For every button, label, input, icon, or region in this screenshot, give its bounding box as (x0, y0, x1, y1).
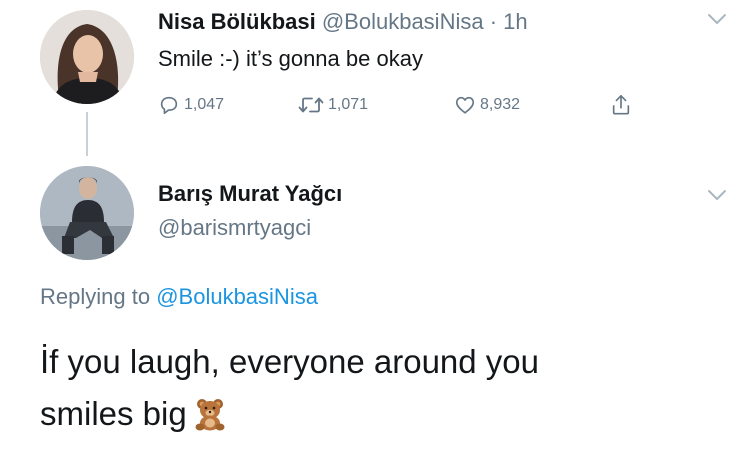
share-icon (612, 95, 630, 115)
reply-text-line: smiles big (40, 395, 187, 432)
like-button[interactable]: 8,932 (454, 92, 520, 118)
teddy-bear-icon (195, 399, 225, 431)
tweet-thread: Nisa Bölükbasi @BolukbasiNisa · 1h Smile… (0, 0, 750, 449)
like-count: 8,932 (480, 96, 521, 113)
reply-text-line-2: smiles big (40, 388, 680, 440)
thread-connector (86, 112, 88, 156)
reply-count: 1,047 (184, 96, 225, 113)
tweet-header: Nisa Bölükbasi @BolukbasiNisa · 1h (158, 8, 528, 36)
avatar[interactable] (40, 166, 134, 260)
share-button[interactable] (610, 92, 632, 118)
separator: · (489, 9, 498, 34)
author-handle[interactable]: @BolukbasiNisa (322, 9, 484, 34)
replying-prefix: Replying to (40, 284, 151, 309)
mention-link[interactable]: @BolukbasiNisa (156, 284, 318, 309)
reply-text: İf you laugh, everyone around you smiles… (40, 336, 680, 440)
author-name[interactable]: Barış Murat Yağcı (158, 180, 342, 208)
reply-icon (160, 96, 178, 115)
reply-text-line: İf you laugh, everyone around you (40, 343, 540, 380)
tweet-actions: 1,047 1,071 8,932 (158, 92, 658, 118)
reply-button[interactable]: 1,047 (158, 92, 224, 118)
chevron-down-icon[interactable] (706, 188, 728, 202)
author-handle[interactable]: @barismrtyagci (158, 214, 311, 242)
avatar-image (40, 10, 134, 104)
replying-to: Replying to @BolukbasiNisa (40, 282, 318, 312)
retweet-button[interactable]: 1,071 (298, 92, 368, 118)
retweet-count: 1,071 (328, 96, 369, 113)
heart-icon (455, 96, 475, 114)
chevron-down-icon[interactable] (706, 12, 728, 26)
retweet-icon (298, 97, 324, 113)
avatar-image (40, 166, 134, 260)
avatar[interactable] (40, 10, 134, 104)
timestamp[interactable]: 1h (503, 9, 527, 34)
tweet-text: Smile :-) it’s gonna be okay (158, 46, 423, 71)
author-name[interactable]: Nisa Bölükbasi (158, 9, 316, 34)
